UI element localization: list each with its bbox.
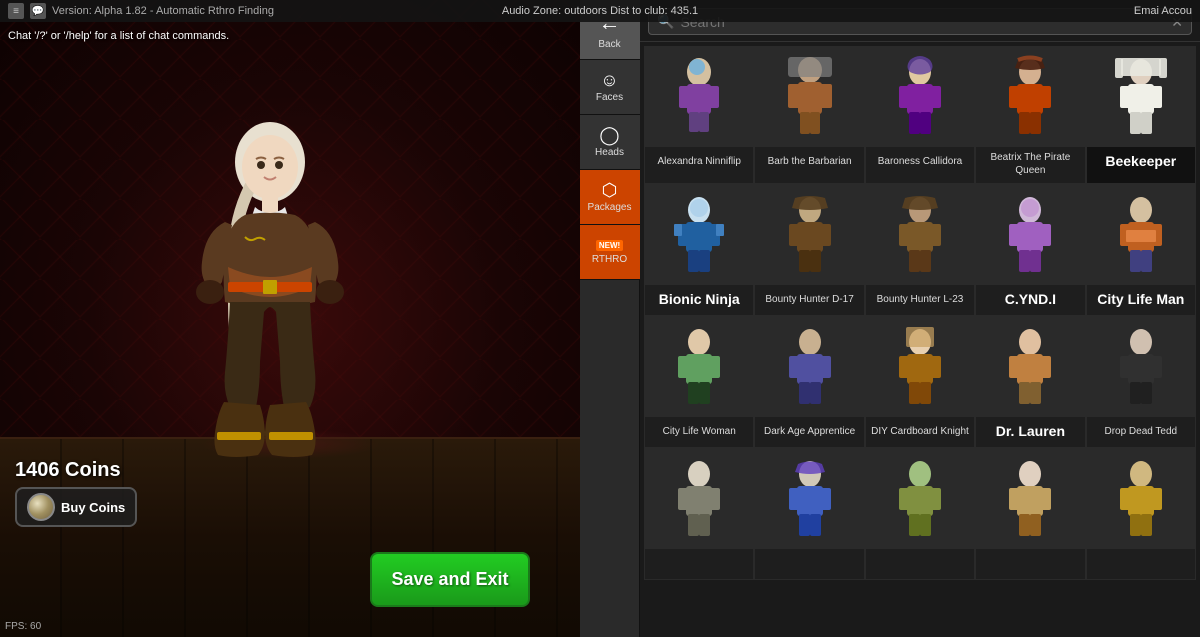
- buy-coins-button[interactable]: Buy Coins: [15, 487, 137, 527]
- item-name: [1138, 549, 1144, 579]
- faces-icon: ☺: [600, 71, 618, 89]
- item-name: [807, 549, 813, 579]
- item-cell[interactable]: Bounty Hunter L-23: [865, 184, 975, 316]
- item-cell[interactable]: Drop Dead Tedd: [1086, 316, 1196, 448]
- item-cell[interactable]: [975, 448, 1085, 580]
- item-name: Barb the Barbarian: [765, 147, 855, 177]
- item-thumbnail: [866, 317, 974, 417]
- side-nav: ← Back ☺ Faces ◯ Heads ⬡ Packages NEW! R…: [580, 0, 640, 637]
- item-cell[interactable]: Dark Age Apprentice: [754, 316, 864, 448]
- menu-icon[interactable]: ≡: [8, 3, 24, 19]
- character-display: [120, 57, 420, 457]
- item-thumbnail: [976, 185, 1084, 285]
- packages-label: Packages: [588, 202, 632, 213]
- item-cell[interactable]: Beekeeper: [1086, 46, 1196, 184]
- rthro-label: RTHRO: [592, 254, 627, 265]
- buy-coins-label: Buy Coins: [61, 500, 125, 515]
- packages-icon: ⬡: [602, 181, 618, 199]
- item-cell[interactable]: Baroness Callidora: [865, 46, 975, 184]
- item-name: Bionic Ninja: [656, 285, 743, 315]
- item-thumbnail: [645, 449, 753, 549]
- item-cell[interactable]: [1086, 448, 1196, 580]
- item-thumbnail: [976, 317, 1084, 417]
- packages-nav-button[interactable]: ⬡ Packages: [580, 170, 640, 225]
- audio-zone-text: Audio Zone: outdoors Dist to club: 435.1: [502, 5, 698, 17]
- rthro-nav-button[interactable]: NEW! RTHRO: [580, 225, 640, 280]
- item-cell[interactable]: [644, 448, 754, 580]
- version-text: Version: Alpha 1.82 - Automatic Rthro Fi…: [52, 5, 274, 17]
- coin-icon: [27, 493, 55, 521]
- new-badge-label: NEW!: [596, 240, 623, 251]
- item-name: Bounty Hunter D-17: [762, 285, 856, 315]
- item-name: Beekeeper: [1102, 147, 1179, 177]
- item-name: [917, 549, 923, 579]
- item-name: City Life Man: [1094, 285, 1187, 315]
- item-thumbnail: [1087, 449, 1195, 549]
- item-name: Drop Dead Tedd: [1101, 417, 1180, 447]
- item-thumbnail: [755, 317, 863, 417]
- faces-label: Faces: [596, 92, 623, 103]
- chat-icon[interactable]: 💬: [30, 3, 46, 19]
- item-thumbnail: [755, 449, 863, 549]
- faces-nav-button[interactable]: ☺ Faces: [580, 60, 640, 115]
- heads-nav-button[interactable]: ◯ Heads: [580, 115, 640, 170]
- item-cell[interactable]: Bionic Ninja: [644, 184, 754, 316]
- item-name: C.YND.I: [1002, 285, 1059, 315]
- top-bar-left: ≡ 💬 Version: Alpha 1.82 - Automatic Rthr…: [8, 3, 274, 19]
- item-name: [696, 549, 702, 579]
- item-thumbnail: [645, 317, 753, 417]
- chat-area: Chat '/?' or '/help' for a list of chat …: [0, 22, 300, 48]
- item-thumbnail: [1087, 185, 1195, 285]
- item-cell[interactable]: Beatrix The Pirate Queen: [975, 46, 1085, 184]
- item-thumbnail: [976, 449, 1084, 549]
- item-thumbnail: [976, 47, 1084, 147]
- item-name: Bounty Hunter L-23: [874, 285, 967, 315]
- item-cell[interactable]: [754, 448, 864, 580]
- item-cell[interactable]: Dr. Lauren: [975, 316, 1085, 448]
- item-name: [1027, 549, 1033, 579]
- fps-display: FPS: 60: [5, 621, 41, 632]
- item-name: Beatrix The Pirate Queen: [976, 147, 1084, 183]
- item-thumbnail: [645, 185, 753, 285]
- item-name: DIY Cardboard Knight: [868, 417, 972, 447]
- top-bar: ≡ 💬 Version: Alpha 1.82 - Automatic Rthr…: [0, 0, 1200, 22]
- item-cell[interactable]: C.YND.I: [975, 184, 1085, 316]
- chat-text: Chat '/?' or '/help' for a list of chat …: [8, 30, 229, 42]
- item-cell[interactable]: Barb the Barbarian: [754, 46, 864, 184]
- item-thumbnail: [1087, 317, 1195, 417]
- item-thumbnail: [755, 185, 863, 285]
- item-cell[interactable]: Bounty Hunter D-17: [754, 184, 864, 316]
- item-thumbnail: [866, 185, 974, 285]
- item-cell[interactable]: City Life Man: [1086, 184, 1196, 316]
- item-thumbnail: [1087, 47, 1195, 147]
- save-exit-button[interactable]: Save and Exit: [370, 552, 530, 607]
- avatar-panel: ← Back ☺ Faces ◯ Heads ⬡ Packages NEW! R…: [580, 0, 1200, 637]
- game-world: Chat '/?' or '/help' for a list of chat …: [0, 0, 590, 637]
- heads-icon: ◯: [599, 126, 619, 144]
- item-thumbnail: [866, 47, 974, 147]
- item-name: Alexandra Ninniflip: [655, 147, 744, 177]
- main-content: 🔍 ✕ A: [640, 0, 1200, 637]
- item-name: City Life Woman: [660, 417, 739, 447]
- heads-label: Heads: [595, 147, 624, 158]
- item-name: Dark Age Apprentice: [761, 417, 858, 447]
- coins-amount: 1406 Coins: [15, 459, 121, 482]
- item-cell[interactable]: DIY Cardboard Knight: [865, 316, 975, 448]
- item-cell[interactable]: Alexandra Ninniflip: [644, 46, 754, 184]
- item-name: Dr. Lauren: [993, 417, 1068, 447]
- coins-display: 1406 Coins Buy Coins: [15, 459, 137, 527]
- save-exit-label: Save and Exit: [391, 569, 508, 590]
- item-cell[interactable]: [865, 448, 975, 580]
- item-thumbnail: [866, 449, 974, 549]
- items-grid: Alexandra Ninniflip Barb the Barbarian: [640, 42, 1200, 637]
- back-label: Back: [598, 39, 620, 50]
- item-cell[interactable]: City Life Woman: [644, 316, 754, 448]
- item-name: Baroness Callidora: [875, 147, 966, 177]
- email-label: Emai Accou: [1134, 5, 1192, 17]
- item-thumbnail: [755, 47, 863, 147]
- email-area: Emai Accou: [1134, 5, 1192, 17]
- item-thumbnail: [645, 47, 753, 147]
